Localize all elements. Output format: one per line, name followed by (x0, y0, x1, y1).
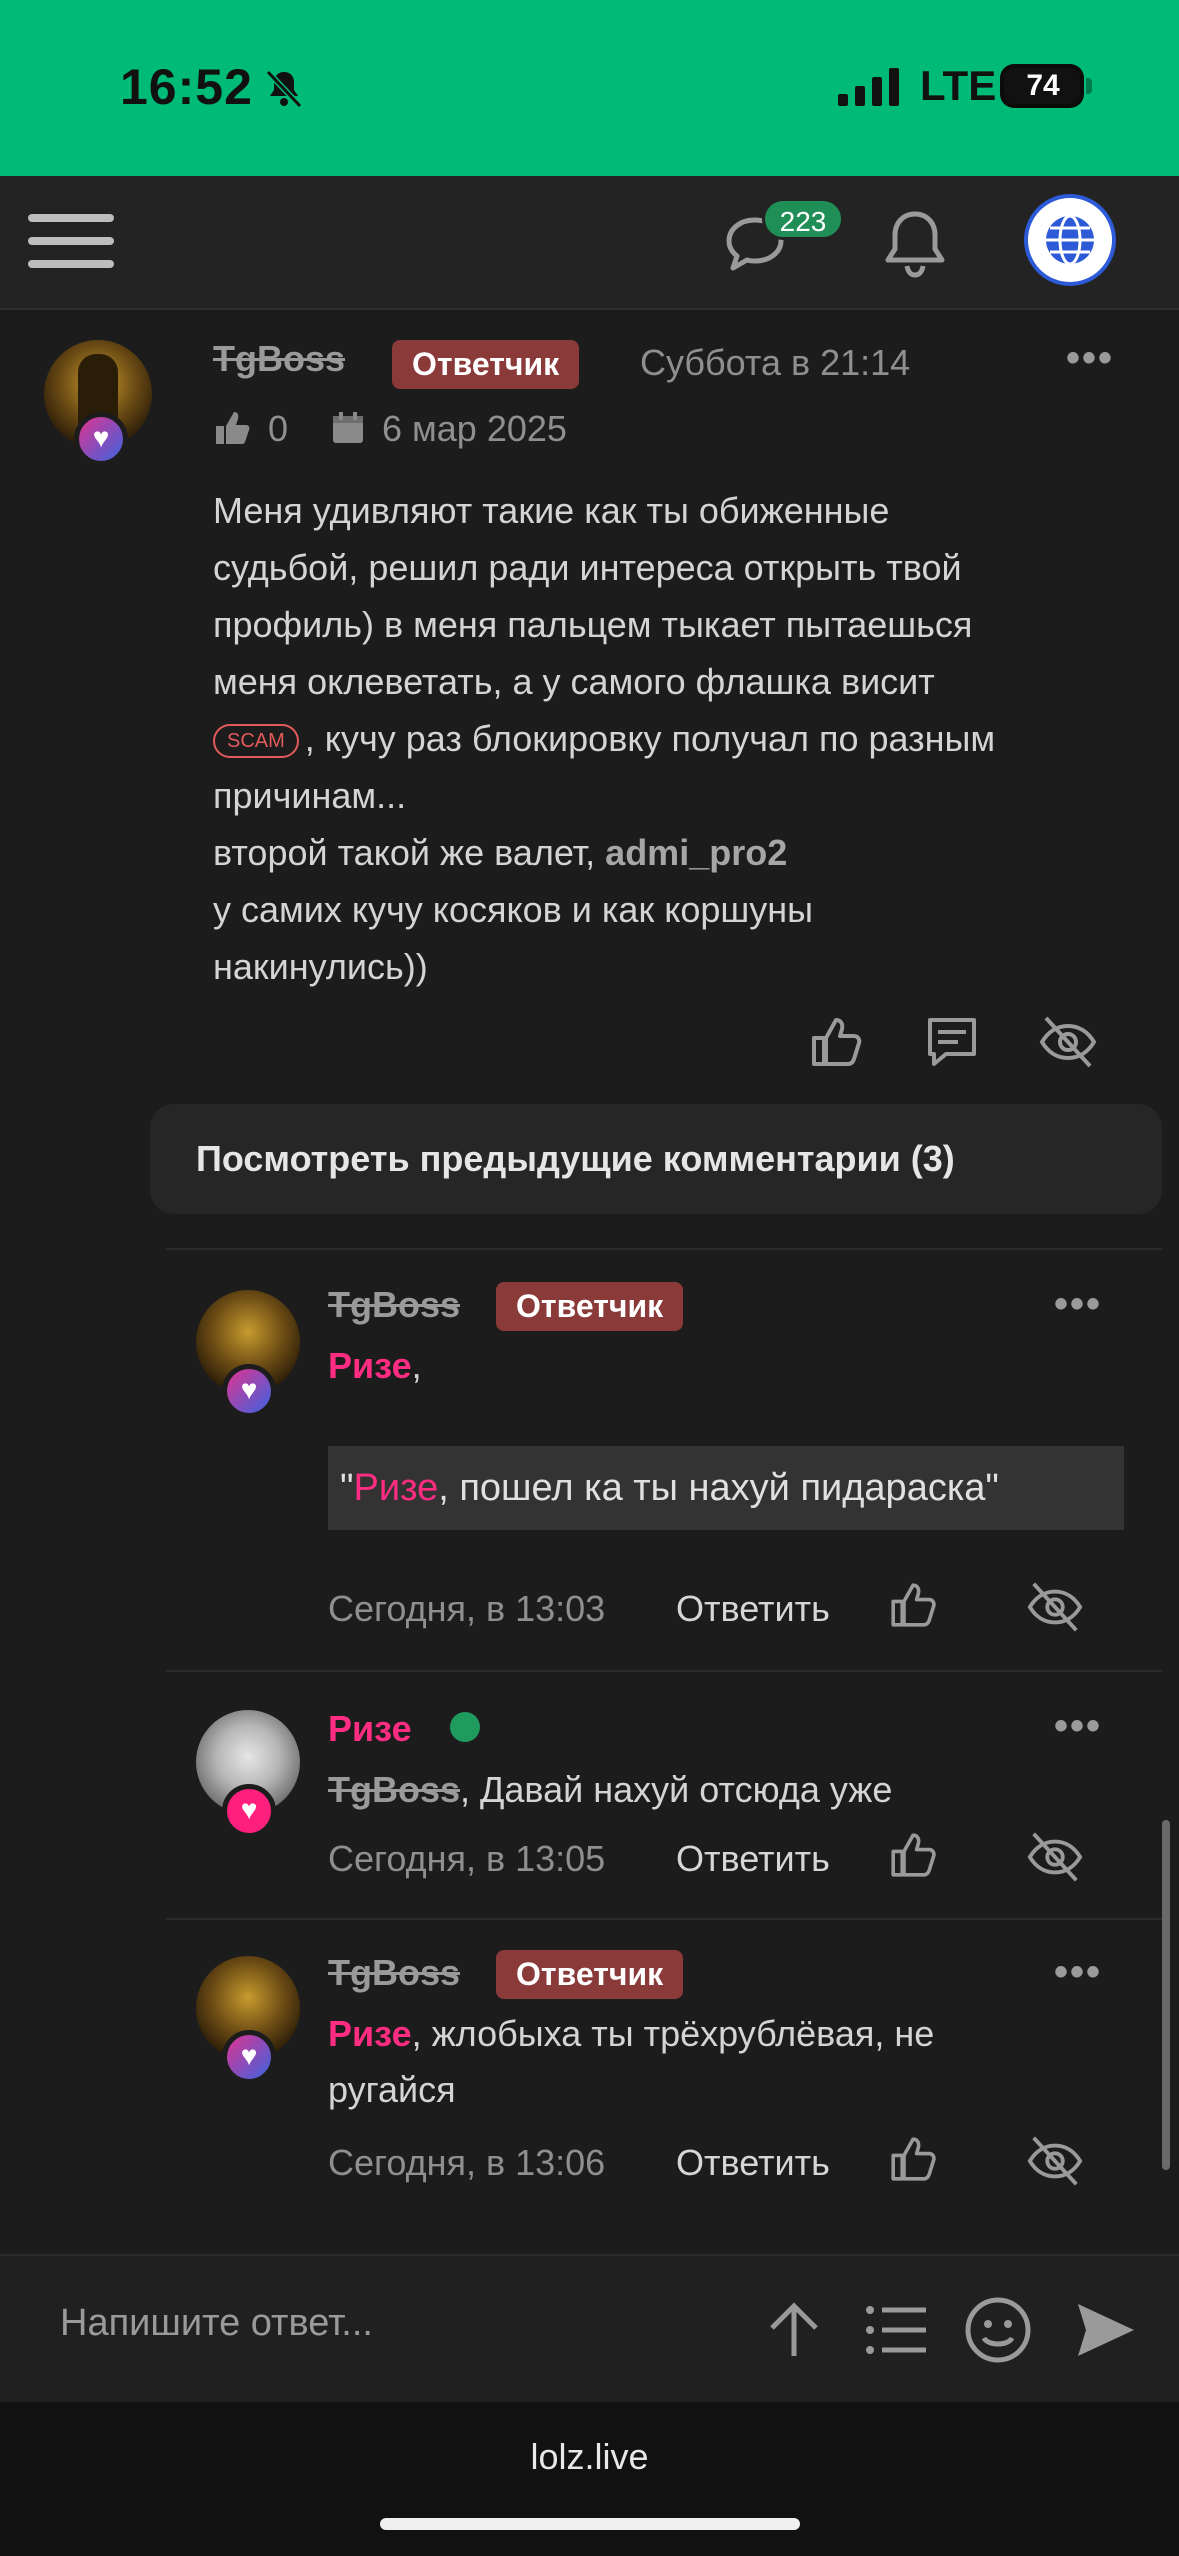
post-text-line: причинам... (213, 775, 407, 816)
scrollbar[interactable] (1162, 1820, 1170, 2170)
comment-text: TgBoss, Давай нахуй отсюда уже (328, 1762, 892, 1818)
quote-mark: " (340, 1467, 354, 1509)
signal-icon (838, 68, 899, 106)
status-bar: 16:52 LTE 74 (0, 0, 1179, 176)
heart-icon: ♥ (222, 1784, 276, 1838)
post-text-line: профиль) в меня пальцем тыкает пытаешься (213, 604, 973, 645)
comment-time: Сегодня, в 13:06 (328, 2142, 606, 2183)
comment-text: Ризе, жлобыха ты трёхрублёвая, не ругайс… (328, 2006, 934, 2118)
battery-level: 74 (1026, 69, 1060, 102)
globe-icon (1046, 214, 1094, 266)
status-time: 16:52 (120, 59, 253, 115)
post-text-line: Меня удивляют такие как ты обиженные (213, 490, 890, 531)
post-text-line: у самих кучу косяков и как коршуны (213, 889, 814, 930)
like-count: 0 (268, 408, 289, 449)
comment-author[interactable]: Ризе (328, 1708, 412, 1750)
comment-text-body: , жлобыха ты трёхрублёвая, не (411, 2013, 935, 2054)
heart-icon: ♥ (222, 1364, 276, 1418)
user-mention-link[interactable]: Ризе (328, 2013, 412, 2054)
comment-time: Сегодня, в 13:05 (328, 1838, 606, 1879)
view-previous-comments-button[interactable]: Посмотреть предыдущие комментарии (3) (150, 1104, 1162, 1214)
more-options-icon[interactable]: ••• (1054, 1704, 1102, 1749)
eye-off-icon[interactable] (1026, 1578, 1084, 1636)
calendar-icon (333, 412, 363, 443)
comment-author[interactable]: TgBoss (328, 1952, 460, 1994)
post-date: 6 мар 2025 (382, 408, 567, 449)
battery-tip (1086, 78, 1092, 94)
online-indicator (450, 1712, 480, 1742)
url-display[interactable]: lolz.live (0, 2436, 1179, 2478)
eye-off-icon[interactable] (1026, 2132, 1084, 2190)
reply-button[interactable]: Ответить (676, 1588, 830, 1630)
comment-time: Сегодня, в 13:03 (328, 1588, 606, 1629)
heart-icon: ♥ (222, 2030, 276, 2084)
role-badge: Ответчик (496, 1950, 684, 1999)
reply-button[interactable]: Ответить (676, 2142, 830, 2184)
list-icon[interactable] (864, 2302, 928, 2358)
like-button[interactable] (806, 1012, 866, 1072)
reply-button[interactable]: Ответить (676, 1838, 830, 1880)
quote-mention: Ризе (353, 1467, 439, 1509)
browser-bar: lolz.live (0, 2402, 1179, 2556)
comment-button[interactable] (922, 1012, 982, 1072)
messages-badge: 223 (762, 198, 844, 240)
role-badge: Ответчик (496, 1282, 684, 1331)
post-body: Меня удивляют такие как ты обиженные суд… (213, 482, 1143, 995)
menu-icon[interactable] (28, 204, 114, 276)
network-type: LTE (920, 62, 997, 109)
reply-input[interactable] (60, 2302, 700, 2345)
quote-text: , пошел ка ты нахуй пидараска" (438, 1467, 999, 1509)
bell-icon[interactable] (880, 206, 950, 282)
more-options-icon[interactable]: ••• (1066, 336, 1114, 381)
home-indicator[interactable] (380, 2518, 800, 2530)
emoji-icon[interactable] (964, 2296, 1032, 2364)
comment-text-body: , Давай нахуй отсюда уже (460, 1769, 893, 1810)
like-button[interactable] (886, 1578, 940, 1632)
user-avatar[interactable] (1024, 194, 1116, 286)
more-options-icon[interactable]: ••• (1054, 1282, 1102, 1327)
heart-icon: ♥ (74, 412, 128, 466)
role-badge: Ответчик (392, 340, 580, 389)
user-mention-link[interactable]: admi_pro2 (605, 832, 787, 873)
post-text-line: второй такой же валет, (213, 832, 606, 873)
like-icon (216, 412, 250, 444)
app-header: 223 (0, 176, 1179, 310)
arrow-up-icon[interactable] (766, 2300, 822, 2360)
send-icon[interactable] (1074, 2300, 1136, 2360)
comment: ♥ TgBoss Ответчик ••• Ризе, "Ризе, пошел… (166, 1248, 1162, 1668)
comment: ♥ TgBoss Ответчик ••• Ризе, жлобыха ты т… (166, 1918, 1162, 2252)
comment: ♥ Ризе ••• TgBoss, Давай нахуй отсюда уж… (166, 1670, 1162, 1916)
post-text-line: накинулись)) (213, 946, 428, 987)
scam-badge: SCAM (213, 724, 299, 759)
post-text-line: меня оклеветать, а у самого флашка висит (213, 661, 935, 702)
comment-text-body: ругайся (328, 2069, 456, 2110)
user-mention-link[interactable]: Ризе (328, 1345, 412, 1386)
eye-off-icon[interactable] (1038, 1012, 1098, 1072)
comment-text: Ризе, (328, 1338, 422, 1394)
post-text-line: , кучу раз блокировку получал по разным (304, 718, 996, 759)
like-button[interactable] (886, 1828, 940, 1882)
post-text-line: судьбой, решил ради интереса открыть тво… (213, 547, 962, 588)
like-button[interactable] (886, 2132, 940, 2186)
user-mention-link[interactable]: TgBoss (328, 1769, 460, 1810)
comment-author[interactable]: TgBoss (328, 1284, 460, 1326)
post-timestamp: Суббота в 21:14 (640, 342, 911, 383)
post-author[interactable]: TgBoss (213, 338, 345, 380)
more-options-icon[interactable]: ••• (1054, 1950, 1102, 1995)
quote-image: "Ризе, пошел ка ты нахуй пидараска" (328, 1446, 1124, 1530)
bell-mute-icon (265, 69, 303, 109)
battery-icon: 74 (1000, 64, 1084, 108)
reply-composer (0, 2254, 1179, 2402)
comment-text-body: , (411, 1345, 422, 1386)
eye-off-icon[interactable] (1026, 1828, 1084, 1886)
